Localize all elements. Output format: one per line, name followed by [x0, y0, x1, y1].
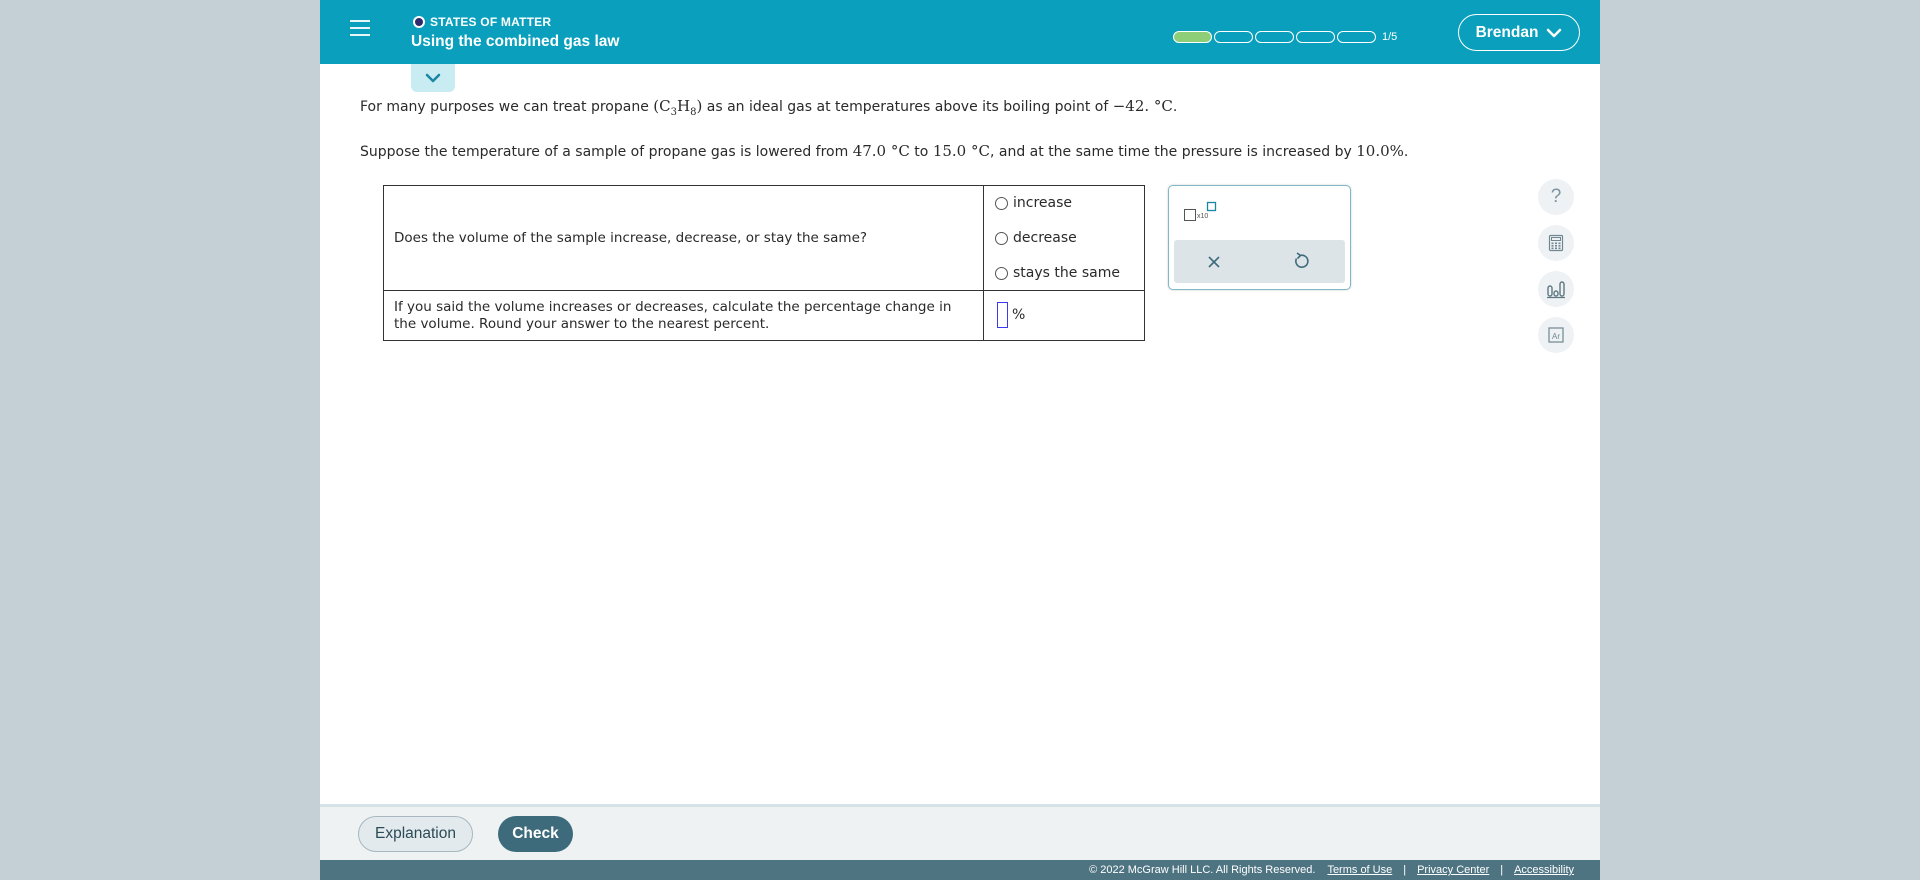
- topic-row: STATES OF MATTER: [413, 15, 551, 29]
- question-line-1: For many purposes we can treat propane (…: [360, 97, 1178, 118]
- radio-button[interactable]: [995, 266, 1008, 280]
- undo-icon[interactable]: [1290, 251, 1310, 271]
- propane-formula: (C3H8): [653, 97, 703, 118]
- progress-segment: [1214, 31, 1253, 43]
- table-row: Does the volume of the sample increase, …: [384, 186, 1144, 291]
- boiling-point-value: −42. °C: [1112, 97, 1173, 115]
- question-text: Suppose the temperature of a sample of p…: [360, 144, 853, 160]
- accessibility-link[interactable]: Accessibility: [1514, 864, 1574, 876]
- math-palette: x10: [1168, 185, 1351, 290]
- option-label: increase: [1013, 195, 1073, 211]
- lesson-title: Using the combined gas law: [411, 33, 620, 50]
- volume-change-options: increase decrease stays the same: [984, 186, 1144, 290]
- table-question-cell: Does the volume of the sample increase, …: [384, 186, 984, 290]
- chevron-down-icon: [425, 73, 441, 83]
- privacy-center-link[interactable]: Privacy Center: [1417, 864, 1489, 876]
- calculator-icon[interactable]: [1538, 225, 1574, 261]
- table-question-cell: If you said the volume increases or decr…: [384, 291, 984, 340]
- option-label: stays the same: [1013, 265, 1120, 281]
- progress-label: 1/5: [1382, 31, 1398, 43]
- chevron-down-icon: [1547, 28, 1562, 37]
- radio-button[interactable]: [995, 231, 1008, 245]
- question-text: , and at the same time the pressure is i…: [989, 144, 1357, 160]
- user-name: Brendan: [1475, 23, 1539, 41]
- palette-action-bar: [1174, 240, 1345, 283]
- footer-bar: Explanation Check: [320, 807, 1600, 860]
- explanation-button[interactable]: Explanation: [358, 816, 473, 852]
- option-decrease[interactable]: decrease: [995, 230, 1077, 246]
- user-menu-button[interactable]: Brendan: [1458, 14, 1580, 51]
- option-increase[interactable]: increase: [995, 195, 1072, 211]
- app-window: STATES OF MATTER Using the combined gas …: [320, 0, 1600, 880]
- help-icon[interactable]: ?: [1538, 179, 1574, 215]
- final-temperature: 15.0 °C: [932, 142, 990, 160]
- initial-temperature: 47.0 °C: [852, 142, 910, 160]
- percent-answer-cell: %: [984, 291, 1144, 340]
- table-row: If you said the volume increases or decr…: [384, 291, 1144, 340]
- question-text: as an ideal gas at temperatures above it…: [702, 99, 1113, 115]
- radio-button[interactable]: [995, 196, 1008, 210]
- collapse-header-button[interactable]: [411, 64, 455, 92]
- copyright-text: © 2022 McGraw Hill LLC. All Rights Reser…: [1089, 864, 1316, 876]
- clear-icon[interactable]: [1204, 252, 1224, 272]
- question-text: For many purposes we can treat propane: [360, 99, 654, 115]
- hamburger-menu-icon[interactable]: [350, 20, 372, 42]
- option-label: decrease: [1013, 230, 1077, 246]
- progress-segment: [1255, 31, 1294, 43]
- pressure-increase-value: 10.0%: [1356, 142, 1404, 160]
- header-bar: STATES OF MATTER Using the combined gas …: [320, 0, 1600, 64]
- copyright-bar: © 2022 McGraw Hill LLC. All Rights Reser…: [320, 860, 1600, 880]
- progress-bar: 1/5: [1173, 31, 1397, 43]
- topic-label: STATES OF MATTER: [430, 15, 552, 29]
- periodic-table-icon[interactable]: Ar: [1538, 317, 1574, 353]
- svg-text:Ar: Ar: [1552, 332, 1560, 341]
- terms-of-use-link[interactable]: Terms of Use: [1327, 864, 1392, 876]
- percent-change-input[interactable]: [997, 302, 1008, 328]
- question-line-2: Suppose the temperature of a sample of p…: [360, 142, 1409, 160]
- x10-label: x10: [1197, 213, 1209, 220]
- progress-segment: [1173, 31, 1212, 43]
- chart-icon[interactable]: [1538, 271, 1574, 307]
- progress-segment: [1337, 31, 1376, 43]
- percent-unit: %: [1012, 307, 1026, 323]
- progress-segment: [1296, 31, 1335, 43]
- option-stays-the-same[interactable]: stays the same: [995, 265, 1120, 281]
- answer-table: Does the volume of the sample increase, …: [383, 185, 1145, 341]
- topic-status-icon: [413, 16, 425, 28]
- scientific-notation-button[interactable]: x10: [1184, 201, 1224, 226]
- check-button[interactable]: Check: [498, 816, 573, 852]
